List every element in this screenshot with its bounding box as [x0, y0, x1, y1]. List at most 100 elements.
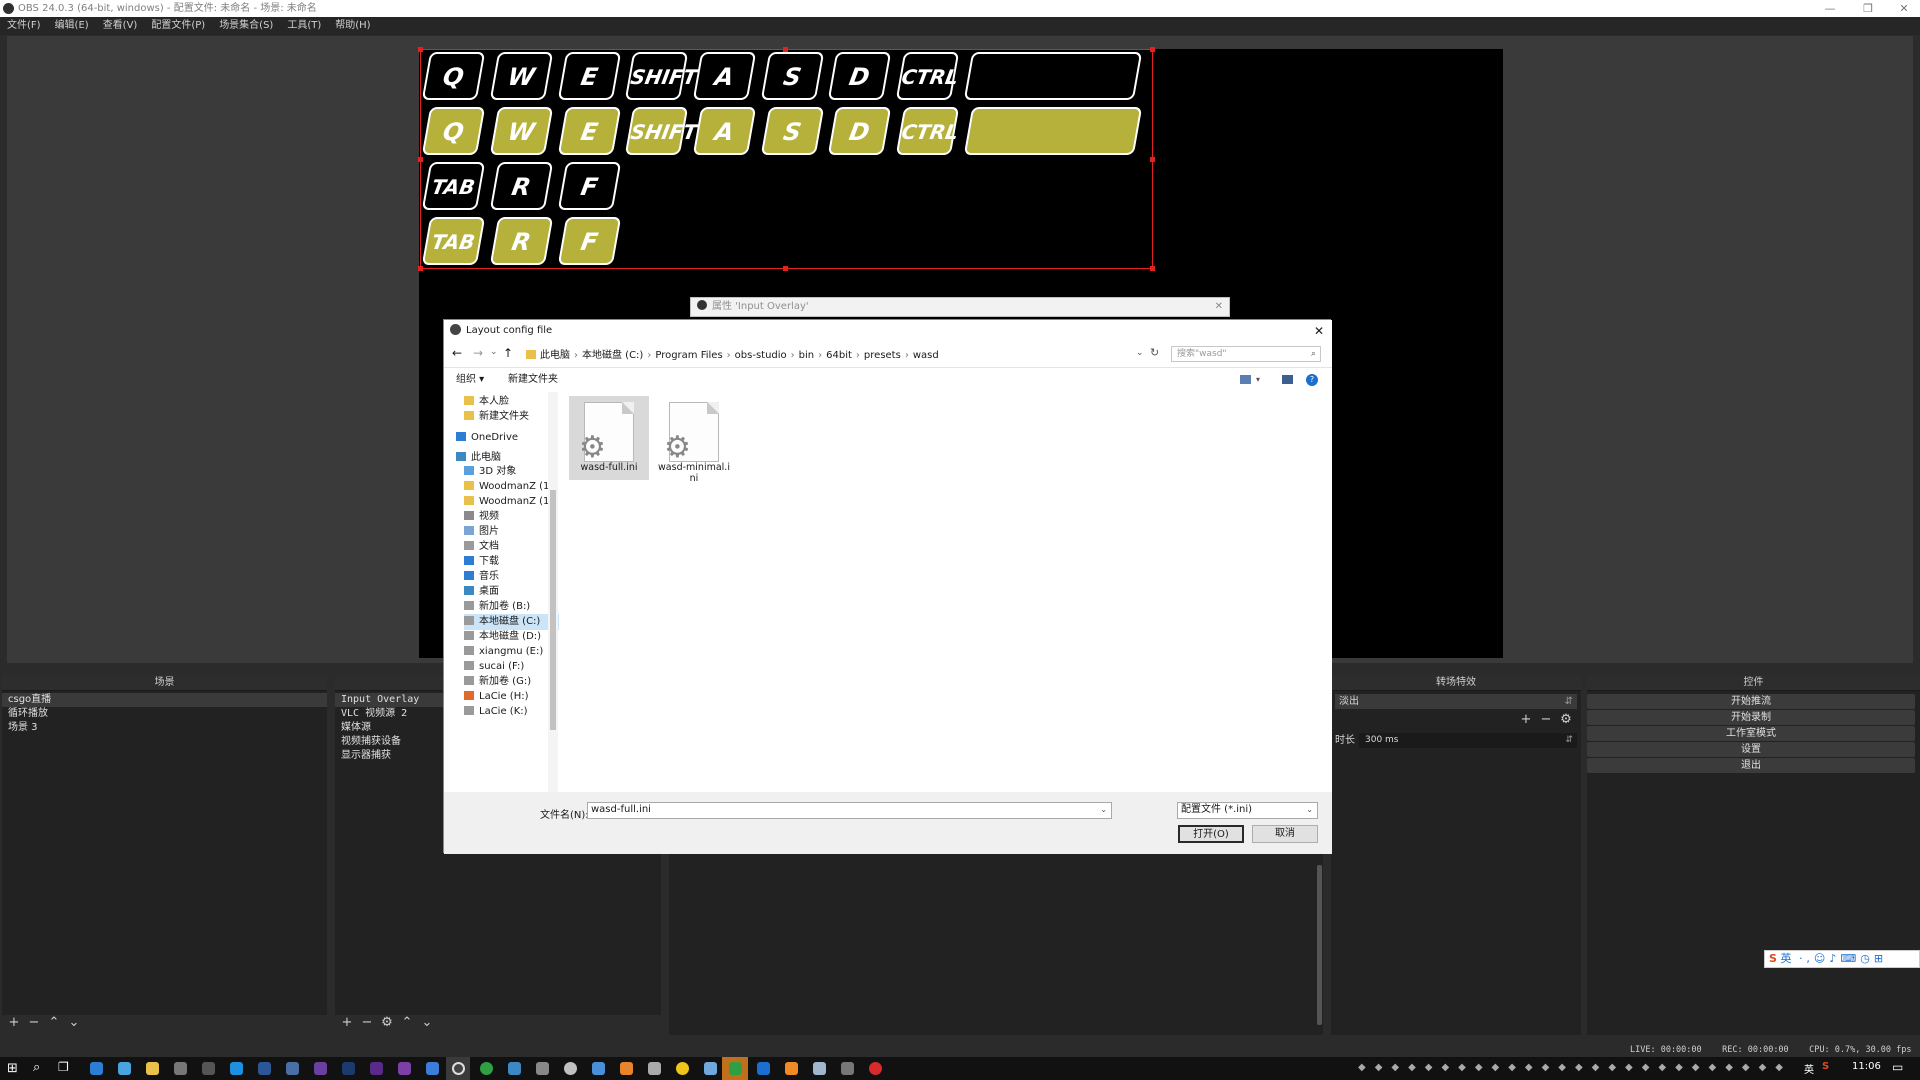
- app-icon[interactable]: [841, 1062, 854, 1075]
- resize-handle-br[interactable]: [1150, 266, 1155, 271]
- app-icon[interactable]: [398, 1062, 411, 1075]
- search-icon[interactable]: ⌕: [33, 1060, 40, 1075]
- breadcrumb-item[interactable]: 此电脑: [540, 350, 570, 361]
- transition-select[interactable]: 淡出 ⇵: [1335, 694, 1577, 709]
- resize-handle-left[interactable]: [418, 157, 423, 162]
- breadcrumb[interactable]: 此电脑 › 本地磁盘 (C:) › Program Files › obs-studio › b…: [540, 348, 1160, 364]
- wechat-icon[interactable]: [729, 1062, 742, 1075]
- app-icon[interactable]: [258, 1062, 271, 1075]
- minimize-button[interactable]: —: [1815, 0, 1845, 17]
- remove-transition-button[interactable]: −: [1536, 712, 1556, 727]
- scene-item[interactable]: 场景 3: [2, 721, 327, 735]
- view-dropdown-icon[interactable]: ▾: [1256, 368, 1260, 392]
- cancel-button[interactable]: 取消: [1252, 825, 1318, 843]
- breadcrumb-item[interactable]: bin: [799, 350, 814, 361]
- windows-start-icon[interactable]: ⊞: [7, 1061, 18, 1076]
- up-arrow-icon[interactable]: ↑: [503, 346, 513, 360]
- menu-help[interactable]: 帮助(H): [328, 17, 377, 35]
- file-item-selected[interactable]: ⚙ wasd-full.ini: [569, 396, 649, 480]
- mixer-scrollbar[interactable]: [1317, 865, 1322, 1025]
- app-icon[interactable]: [785, 1062, 798, 1075]
- menu-profile[interactable]: 配置文件(P): [144, 17, 212, 35]
- file-item[interactable]: ⚙ wasd-minimal.i ni: [654, 396, 734, 484]
- move-up-button[interactable]: ⌃: [397, 1015, 417, 1030]
- preview-pane-icon[interactable]: [1282, 375, 1293, 384]
- app-icon[interactable]: [480, 1062, 493, 1075]
- search-input[interactable]: 搜索"wasd" ⌕: [1171, 346, 1321, 362]
- forward-arrow-icon[interactable]: →: [473, 346, 483, 360]
- organize-menu[interactable]: 组织 ▾: [456, 368, 484, 392]
- nav-item[interactable]: OneDrive: [456, 430, 561, 446]
- app-icon[interactable]: [174, 1062, 187, 1075]
- app-icon[interactable]: [704, 1062, 717, 1075]
- ime-tools-icons[interactable]: ·,☺♪⌨◷⊞: [1799, 952, 1887, 965]
- help-icon[interactable]: ?: [1306, 374, 1318, 386]
- app-icon[interactable]: [648, 1062, 661, 1075]
- menu-file[interactable]: 文件(F): [0, 17, 48, 35]
- menu-scene-collection[interactable]: 场景集合(S): [212, 17, 280, 35]
- resize-handle-tr[interactable]: [1150, 47, 1155, 52]
- resize-handle-right[interactable]: [1150, 157, 1155, 162]
- duration-spinbox[interactable]: 300 ms ⇵: [1359, 733, 1577, 748]
- move-down-button[interactable]: ⌄: [417, 1015, 437, 1030]
- task-view-icon[interactable]: ❐: [58, 1060, 69, 1074]
- scene-item[interactable]: csgo直播: [2, 693, 327, 707]
- chrome-icon[interactable]: [676, 1062, 689, 1075]
- back-arrow-icon[interactable]: ←: [452, 346, 462, 360]
- settings-button[interactable]: 设置: [1587, 742, 1915, 757]
- notification-icon[interactable]: ▭: [1892, 1060, 1903, 1074]
- menu-edit[interactable]: 编辑(E): [48, 17, 96, 35]
- app-icon[interactable]: [202, 1062, 215, 1075]
- resize-handle-top[interactable]: [783, 47, 788, 52]
- start-streaming-button[interactable]: 开始推流: [1587, 694, 1915, 709]
- filetype-select[interactable]: 配置文件 (*.ini) ⌄: [1177, 802, 1318, 819]
- resize-handle-bl[interactable]: [418, 266, 423, 271]
- app-icon[interactable]: [118, 1062, 131, 1075]
- move-down-button[interactable]: ⌄: [64, 1015, 84, 1030]
- app-icon[interactable]: [508, 1062, 521, 1075]
- filename-input[interactable]: wasd-full.ini ⌄: [587, 802, 1112, 819]
- add-source-button[interactable]: +: [337, 1015, 357, 1030]
- record-app-icon[interactable]: [869, 1062, 882, 1075]
- close-icon[interactable]: ✕: [1215, 298, 1223, 316]
- refresh-icon[interactable]: ↻: [1150, 346, 1159, 359]
- app-icon[interactable]: [90, 1062, 103, 1075]
- new-folder-button[interactable]: 新建文件夹: [508, 368, 558, 392]
- resize-handle-tl[interactable]: [418, 47, 423, 52]
- scene-item[interactable]: 循环播放: [2, 707, 327, 721]
- studio-mode-button[interactable]: 工作室模式: [1587, 726, 1915, 741]
- menu-view[interactable]: 查看(V): [96, 17, 145, 35]
- system-tray-icons[interactable]: ◆◆◆◆◆◆◆◆◆◆◆◆◆◆◆◆◆◆◆◆◆◆◆◆◆◆: [1358, 1062, 1798, 1075]
- breadcrumb-item[interactable]: Program Files: [655, 350, 722, 361]
- source-properties-gear-icon[interactable]: ⚙: [377, 1015, 397, 1030]
- sogou-tray-icon[interactable]: S: [1822, 1061, 1829, 1072]
- app-icon[interactable]: [592, 1062, 605, 1075]
- breadcrumb-item[interactable]: presets: [864, 350, 901, 361]
- add-transition-button[interactable]: +: [1516, 712, 1536, 727]
- maximize-button[interactable]: ❐: [1853, 0, 1883, 17]
- after-effects-icon[interactable]: [370, 1062, 383, 1075]
- resize-handle-bottom[interactable]: [783, 266, 788, 271]
- remove-source-button[interactable]: −: [357, 1015, 377, 1030]
- start-recording-button[interactable]: 开始录制: [1587, 710, 1915, 725]
- breadcrumb-item[interactable]: wasd: [913, 350, 939, 361]
- breadcrumb-item[interactable]: 64bit: [826, 350, 852, 361]
- breadcrumb-item[interactable]: 本地磁盘 (C:): [582, 350, 643, 361]
- remove-scene-button[interactable]: −: [24, 1015, 44, 1030]
- edge-icon[interactable]: [230, 1062, 243, 1075]
- app-icon[interactable]: [620, 1062, 633, 1075]
- app-icon[interactable]: [564, 1062, 577, 1075]
- ime-language[interactable]: 英: [1780, 952, 1791, 965]
- view-options-icon[interactable]: [1240, 375, 1251, 384]
- recent-chevron-icon[interactable]: ⌄: [490, 347, 498, 357]
- premiere-icon[interactable]: [314, 1062, 327, 1075]
- move-up-button[interactable]: ⌃: [44, 1015, 64, 1030]
- app-icon[interactable]: [813, 1062, 826, 1075]
- transition-gear-icon[interactable]: ⚙: [1556, 712, 1576, 727]
- app-icon[interactable]: [536, 1062, 549, 1075]
- app-icon[interactable]: [286, 1062, 299, 1075]
- obs-taskbar-icon[interactable]: [452, 1062, 465, 1075]
- menu-tools[interactable]: 工具(T): [280, 17, 328, 35]
- file-explorer-icon[interactable]: [146, 1062, 159, 1075]
- app-icon[interactable]: [757, 1062, 770, 1075]
